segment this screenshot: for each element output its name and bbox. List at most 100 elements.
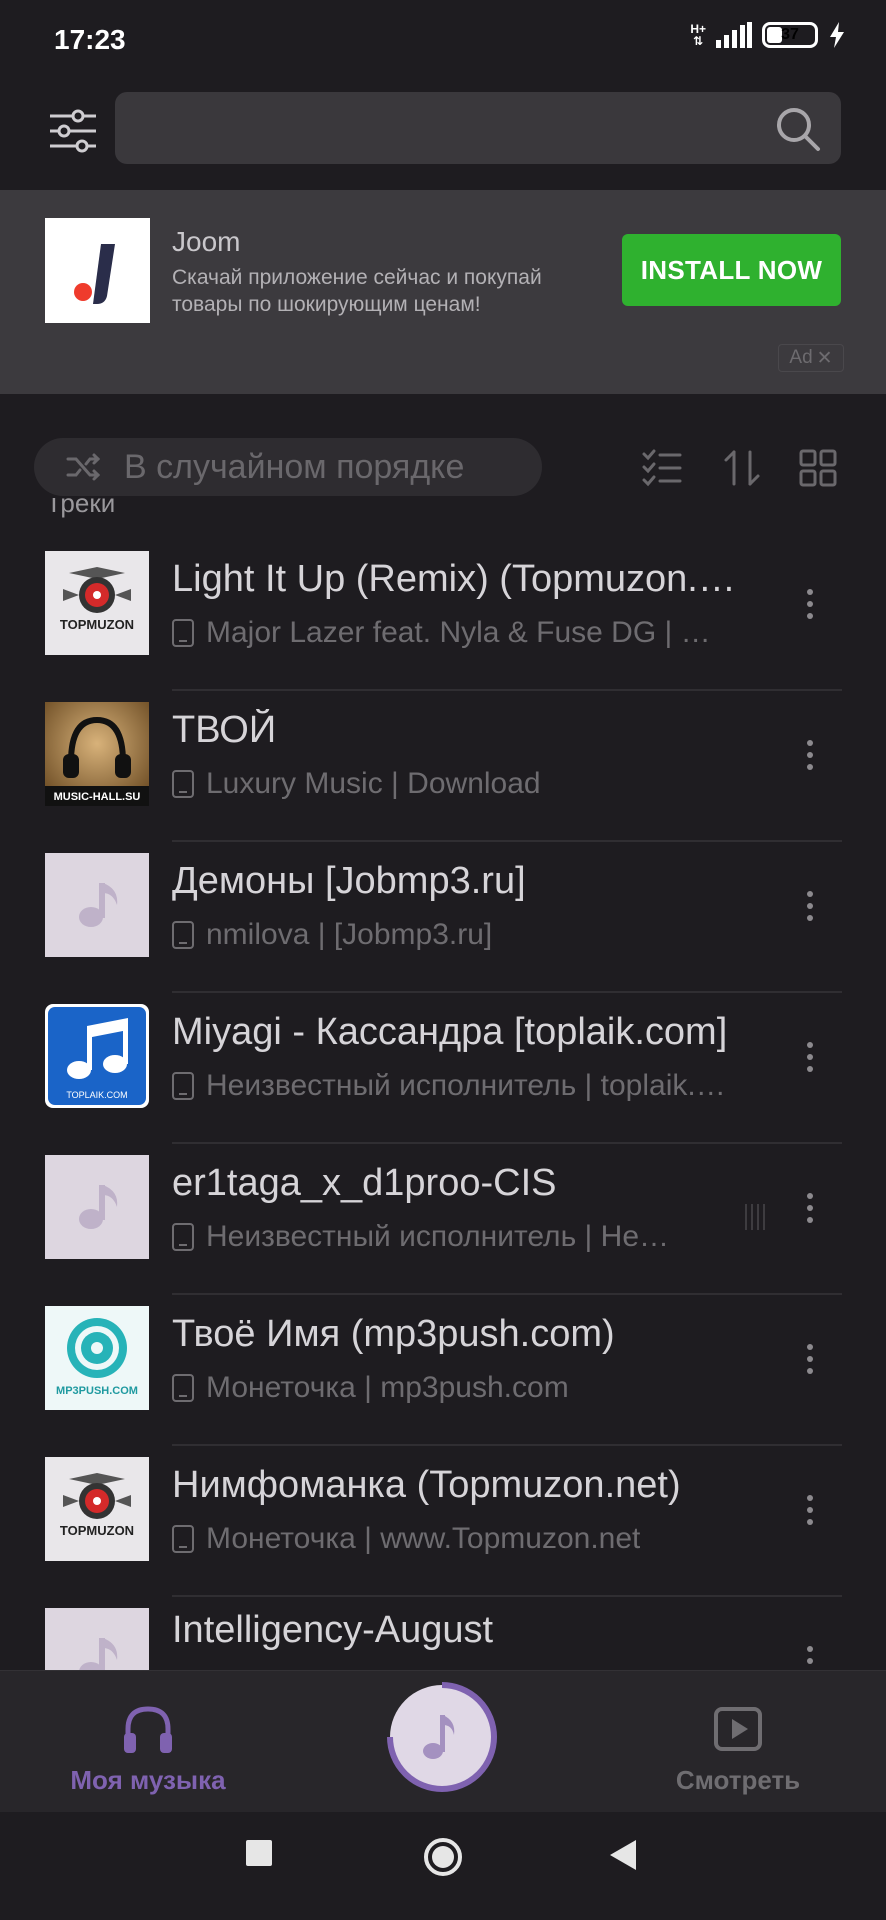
more-options-icon[interactable] xyxy=(800,735,820,775)
ad-close-icon[interactable]: ✕ xyxy=(817,347,833,370)
install-now-button[interactable]: INSTALL NOW xyxy=(622,234,841,306)
search-input[interactable] xyxy=(115,92,841,164)
tab-watch[interactable]: Смотреть xyxy=(660,1701,816,1796)
more-options-icon[interactable] xyxy=(800,1641,820,1670)
track-subtitle: Неизвестный исполнитель | toplaik.com xyxy=(172,1069,732,1103)
now-playing-button[interactable] xyxy=(386,1681,498,1793)
track-cover: TOPMUZON xyxy=(45,1457,149,1561)
svg-text:MUSIC-HALL.SU: MUSIC-HALL.SU xyxy=(54,791,141,803)
section-title: Треки xyxy=(46,498,116,518)
device-storage-icon xyxy=(172,1223,194,1251)
track-cover: TOPMUZON xyxy=(45,551,149,655)
svg-text:TOPMUZON: TOPMUZON xyxy=(60,617,134,632)
track-title: ТВОЙ xyxy=(172,709,277,751)
back-icon[interactable] xyxy=(608,1838,638,1872)
bottom-navigation: Моя музыка Смотреть xyxy=(0,1670,886,1812)
grid-view-icon[interactable] xyxy=(796,446,840,490)
search-row xyxy=(0,80,886,190)
track-cover: MUSIC-HALL.SU xyxy=(45,702,149,806)
more-options-icon[interactable] xyxy=(800,584,820,624)
track-title: Твоё Имя (mp3push.com) xyxy=(172,1313,615,1355)
charging-icon xyxy=(830,22,844,48)
track-title: Демоны [Jobmp3.ru] xyxy=(172,860,526,902)
music-note-icon xyxy=(45,1608,149,1670)
search-icon[interactable] xyxy=(775,106,821,152)
drag-handle-icon[interactable] xyxy=(742,1202,770,1232)
track-cover: TOPLAIK.COM xyxy=(45,1004,149,1108)
device-storage-icon xyxy=(172,1374,194,1402)
topmuzon-cover-art: TOPMUZON xyxy=(45,1457,149,1561)
topmuzon-cover-art: TOPMUZON xyxy=(45,551,149,655)
battery-fill xyxy=(767,27,782,43)
music-note-icon xyxy=(45,853,149,957)
tab-my-music[interactable]: Моя музыка xyxy=(60,1701,236,1796)
track-cover: MP3PUSH.COM xyxy=(45,1306,149,1410)
tab-my-music-label: Моя музыка xyxy=(70,1765,226,1795)
svg-text:TOPMUZON: TOPMUZON xyxy=(60,1523,134,1538)
battery-icon: 37 xyxy=(762,22,818,48)
track-list: TOPMUZON Light It Up (Remix) (Topmuzon.n… xyxy=(0,540,886,1670)
track-title: Light It Up (Remix) (Topmuzon.net) xyxy=(172,558,742,600)
music-note-icon xyxy=(45,1155,149,1259)
ad-banner[interactable]: Joom Скачай приложение сейчас и покупай … xyxy=(0,190,886,394)
track-cover xyxy=(45,1155,149,1259)
track-row[interactable]: TOPMUZON Нимфоманка (Topmuzon.net) Монет… xyxy=(0,1446,886,1597)
ad-choices-badge[interactable]: Ad ✕ xyxy=(778,344,844,372)
svg-text:MP3PUSH.COM: MP3PUSH.COM xyxy=(56,1385,138,1397)
shuffle-icon xyxy=(66,453,101,481)
track-row[interactable]: er1taga_x_d1proo-CIS Неизвестный исполни… xyxy=(0,1144,886,1295)
joom-logo xyxy=(45,218,150,323)
toplaik-cover-art: TOPLAIK.COM xyxy=(45,1004,149,1108)
device-storage-icon xyxy=(172,619,194,647)
ad-label: Ad xyxy=(789,347,813,368)
joom-logo-icon xyxy=(74,244,115,304)
status-bar: 17:23 H+ ⇅ 37 xyxy=(0,0,886,80)
track-subtitle: nmilova | [Jobmp3.ru] xyxy=(172,918,732,952)
more-options-icon[interactable] xyxy=(800,1339,820,1379)
system-navigation-bar xyxy=(0,1812,886,1920)
more-options-icon[interactable] xyxy=(800,1188,820,1228)
track-title: Нимфоманка (Topmuzon.net) xyxy=(172,1464,681,1506)
track-title: er1taga_x_d1proo-CIS xyxy=(172,1162,557,1204)
shuffle-play-button[interactable]: В случайном порядке xyxy=(34,438,542,496)
status-icons: H+ ⇅ 37 xyxy=(690,22,846,48)
status-time: 17:23 xyxy=(54,24,126,55)
music-hall-cover-art: MUSIC-HALL.SU xyxy=(45,702,149,806)
track-row[interactable]: MUSIC-HALL.SU ТВОЙ Luxury Music | Downlo… xyxy=(0,691,886,842)
home-icon[interactable] xyxy=(422,1836,464,1878)
track-subtitle: Монеточка | mp3push.com xyxy=(172,1371,732,1405)
sort-icon[interactable] xyxy=(720,446,764,490)
track-title: Intelligency-August xyxy=(172,1609,494,1651)
video-play-icon xyxy=(714,1707,762,1751)
device-storage-icon xyxy=(172,1525,194,1553)
mp3push-cover-art: MP3PUSH.COM xyxy=(45,1306,149,1410)
list-controls: В случайном порядке xyxy=(0,430,886,506)
more-options-icon[interactable] xyxy=(800,1490,820,1530)
svg-text:TOPLAIK.COM: TOPLAIK.COM xyxy=(66,1090,127,1100)
device-storage-icon xyxy=(172,770,194,798)
track-title: Miyagi - Кассандра [toplaik.com] xyxy=(172,1011,728,1053)
track-row[interactable]: TOPMUZON Light It Up (Remix) (Topmuzon.n… xyxy=(0,540,886,691)
ad-description: Скачай приложение сейчас и покупай товар… xyxy=(172,266,542,316)
network-type-label: H+ ⇅ xyxy=(690,22,706,48)
more-options-icon[interactable] xyxy=(800,1037,820,1077)
track-subtitle: Major Lazer feat. Nyla & Fuse DG | www.T… xyxy=(172,616,732,650)
filter-settings-icon[interactable] xyxy=(48,106,98,156)
device-storage-icon xyxy=(172,1072,194,1100)
signal-icon xyxy=(716,22,752,48)
track-row[interactable]: MP3PUSH.COM Твоё Имя (mp3push.com) Монет… xyxy=(0,1295,886,1446)
track-row[interactable]: Демоны [Jobmp3.ru] nmilova | [Jobmp3.ru] xyxy=(0,842,886,993)
recent-apps-icon[interactable] xyxy=(246,1840,272,1866)
track-cover xyxy=(45,1608,149,1670)
track-subtitle: Монеточка | www.Topmuzon.net xyxy=(172,1522,732,1556)
track-subtitle: Luxury Music | Download xyxy=(172,767,732,801)
ad-title: Joom xyxy=(172,226,241,257)
select-list-icon[interactable] xyxy=(640,446,684,490)
battery-level: 37 xyxy=(781,26,799,43)
track-row[interactable]: Intelligency-August xyxy=(0,1597,886,1670)
more-options-icon[interactable] xyxy=(800,886,820,926)
track-row[interactable]: TOPLAIK.COM Miyagi - Кассандра [toplaik.… xyxy=(0,993,886,1144)
track-subtitle: Неизвестный исполнитель | Неизвестный ал… xyxy=(172,1220,682,1254)
tab-watch-label: Смотреть xyxy=(675,1765,801,1795)
track-cover xyxy=(45,853,149,957)
